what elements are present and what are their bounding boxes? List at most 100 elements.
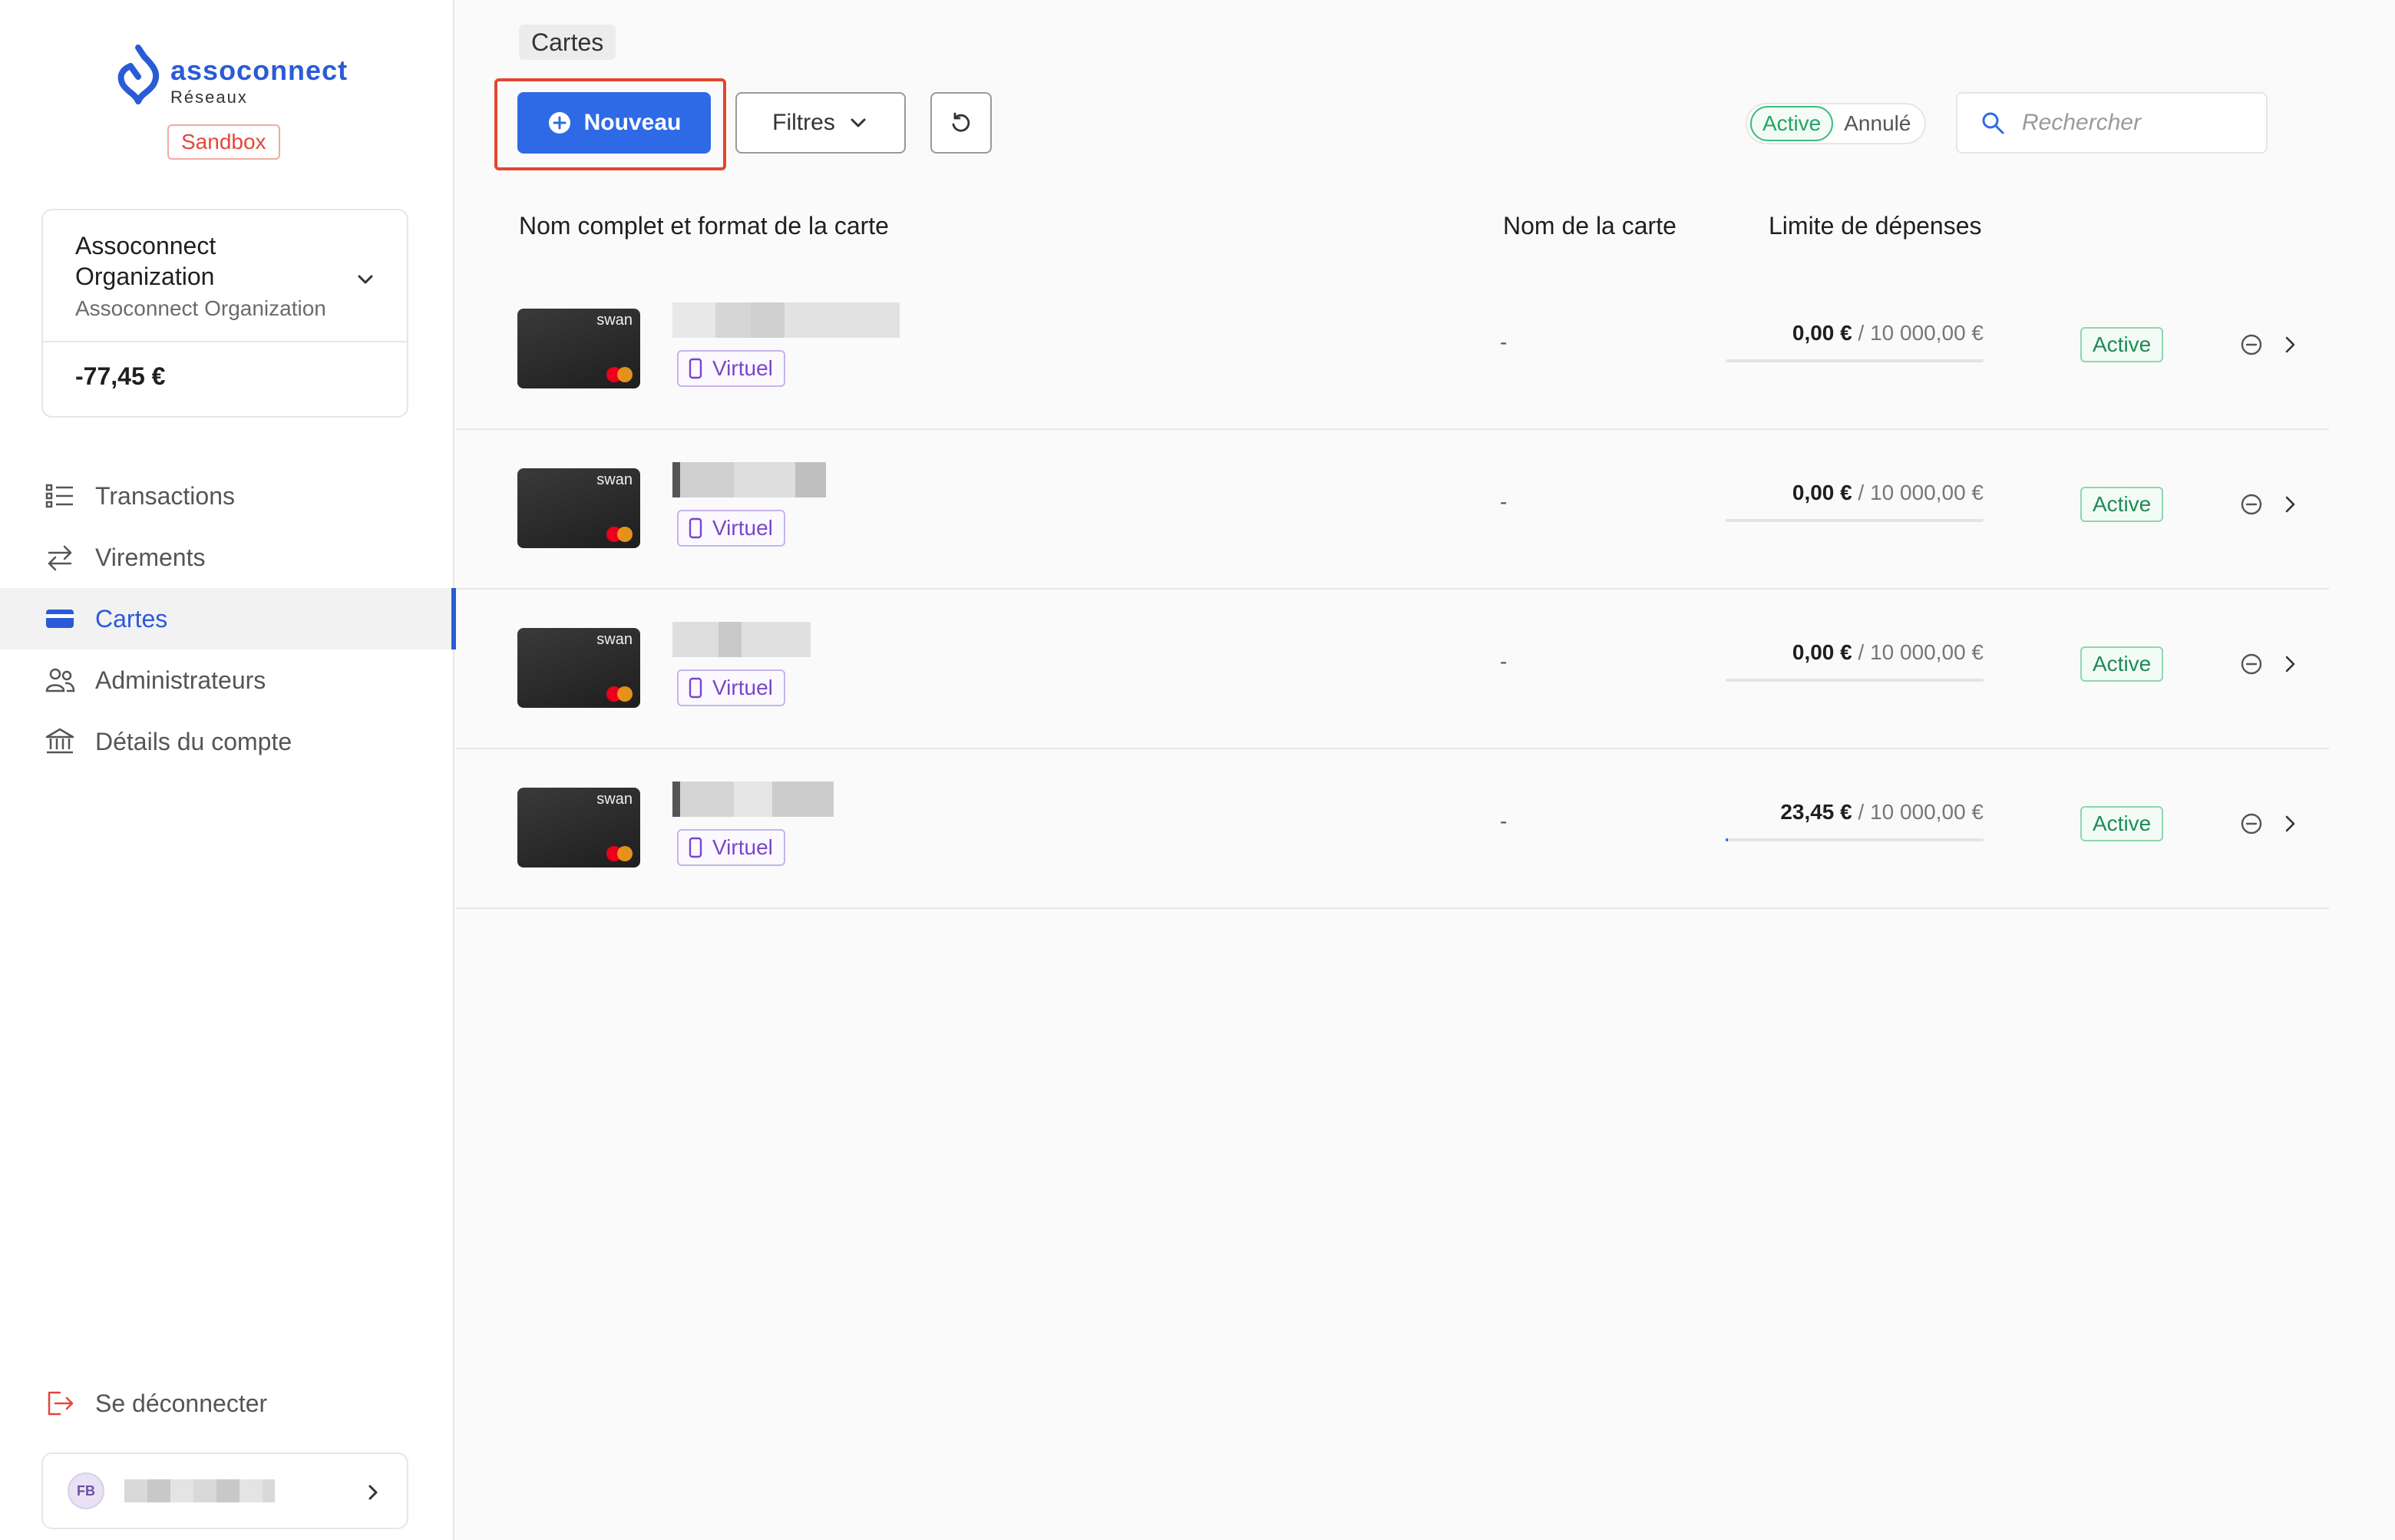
mastercard-icon bbox=[606, 527, 633, 542]
card-thumbnail: swan bbox=[517, 628, 640, 708]
chevron-right-icon bbox=[2285, 496, 2295, 513]
list-icon bbox=[45, 481, 75, 511]
logout-label: Se déconnecter bbox=[95, 1389, 268, 1417]
spent-amount: 0,00 € bbox=[1792, 640, 1852, 664]
account-balance: -77,45 € bbox=[75, 362, 166, 390]
card-holder-redacted bbox=[672, 782, 834, 817]
spending-progress-bar bbox=[1726, 838, 1984, 841]
suspend-card-button[interactable] bbox=[2240, 333, 2263, 356]
open-card-button[interactable] bbox=[2278, 812, 2301, 835]
card-format-label: Virtuel bbox=[712, 516, 773, 540]
spending-limit: 0,00 € / 10 000,00 € bbox=[1726, 640, 1984, 665]
user-name-redacted bbox=[124, 1479, 275, 1502]
chevron-right-icon bbox=[368, 1485, 378, 1500]
mastercard-icon bbox=[606, 846, 633, 861]
limit-amount: 10 000,00 € bbox=[1870, 481, 1984, 504]
users-icon bbox=[45, 665, 75, 696]
organization-subtitle: Assoconnect Organization bbox=[75, 296, 326, 320]
filters-button[interactable]: Filtres bbox=[735, 92, 906, 154]
status-toggle-active[interactable]: Active bbox=[1750, 106, 1834, 141]
card-holder-redacted bbox=[672, 302, 900, 338]
refresh-icon bbox=[952, 112, 970, 132]
spending-progress-bar bbox=[1726, 679, 1984, 682]
brand-subtitle: Réseaux bbox=[170, 88, 248, 107]
open-card-button[interactable] bbox=[2278, 333, 2301, 356]
status-badge: Active bbox=[2080, 806, 2164, 841]
search-box bbox=[1956, 92, 2268, 154]
sidebar-item-transactions[interactable]: Transactions bbox=[0, 465, 454, 527]
search-icon bbox=[1982, 112, 2004, 134]
assoconnect-logo[interactable]: assoconnect Réseaux bbox=[114, 43, 348, 106]
card-thumbnail: swan bbox=[517, 309, 640, 388]
status-badge: Active bbox=[2080, 327, 2164, 362]
card-thumbnail: swan bbox=[517, 788, 640, 867]
sidebar-item-label: Virements bbox=[95, 543, 206, 571]
user-profile-card[interactable]: FB bbox=[41, 1452, 408, 1529]
mastercard-icon bbox=[606, 367, 633, 382]
transfer-arrows-icon bbox=[45, 542, 75, 573]
table-row[interactable]: swan Virtuel - 0,00 € / 10 000,00 € Acti… bbox=[456, 430, 2329, 590]
spending-limit: 0,00 € / 10 000,00 € bbox=[1726, 481, 1984, 505]
mastercard-icon bbox=[606, 686, 633, 702]
card-brand-label: swan bbox=[596, 791, 633, 808]
card-format-label: Virtuel bbox=[712, 676, 773, 699]
phone-icon bbox=[689, 358, 702, 379]
limit-separator: / bbox=[1852, 321, 1871, 345]
spent-amount: 0,00 € bbox=[1792, 321, 1852, 345]
sidebar-item-label: Transactions bbox=[95, 481, 235, 510]
column-header-holder: Nom complet et format de la carte bbox=[519, 212, 889, 240]
organization-card: Assoconnect Organization Assoconnect Org… bbox=[41, 209, 408, 418]
organization-selector[interactable]: Assoconnect Organization Assoconnect Org… bbox=[43, 210, 407, 342]
spent-amount: 23,45 € bbox=[1780, 800, 1852, 824]
chevron-right-icon bbox=[2285, 336, 2295, 353]
suspend-card-button[interactable] bbox=[2240, 653, 2263, 676]
limit-amount: 10 000,00 € bbox=[1870, 640, 1984, 664]
table-row[interactable]: swan Virtuel - 0,00 € / 10 000,00 € Acti… bbox=[456, 270, 2329, 430]
new-card-label: Nouveau bbox=[583, 110, 682, 135]
logout-button[interactable]: Se déconnecter bbox=[45, 1388, 267, 1419]
card-name-value: - bbox=[1500, 330, 1508, 354]
card-format-badge: Virtuel bbox=[677, 669, 785, 706]
sidebar-item-administrateurs[interactable]: Administrateurs bbox=[0, 649, 454, 711]
spending-limit: 23,45 € / 10 000,00 € bbox=[1726, 800, 1984, 825]
bank-icon bbox=[45, 726, 75, 757]
search-input[interactable] bbox=[2022, 110, 2252, 136]
sidebar-item-label: Administrateurs bbox=[95, 666, 266, 694]
spending-limit: 0,00 € / 10 000,00 € bbox=[1726, 321, 1984, 345]
table-row[interactable]: swan Virtuel - 23,45 € / 10 000,00 € Act… bbox=[456, 749, 2329, 909]
spending-progress-fill bbox=[1726, 838, 1729, 841]
open-card-button[interactable] bbox=[2278, 493, 2301, 516]
card-name-value: - bbox=[1500, 809, 1508, 833]
phone-icon bbox=[689, 837, 702, 858]
card-format-badge: Virtuel bbox=[677, 350, 785, 387]
spending-progress-bar bbox=[1726, 519, 1984, 522]
card-format-badge: Virtuel bbox=[677, 510, 785, 547]
minus-circle-icon bbox=[2241, 334, 2262, 355]
card-brand-label: swan bbox=[596, 312, 633, 329]
card-holder-redacted bbox=[672, 462, 826, 497]
table-row[interactable]: swan Virtuel - 0,00 € / 10 000,00 € Acti… bbox=[456, 590, 2329, 749]
spending-progress-bar bbox=[1726, 359, 1984, 362]
sidebar-item-cartes[interactable]: Cartes bbox=[0, 588, 456, 649]
card-holder-redacted bbox=[672, 622, 811, 657]
card-brand-label: swan bbox=[596, 631, 633, 648]
suspend-card-button[interactable] bbox=[2240, 493, 2263, 516]
sidebar-nav: Transactions Virements Cartes Administra… bbox=[0, 465, 456, 772]
refresh-button[interactable] bbox=[930, 92, 992, 154]
status-toggle-cancelled[interactable]: Annulé bbox=[1833, 111, 1921, 136]
organization-name: Assoconnect Organization bbox=[75, 232, 216, 290]
column-header-limit: Limite de dépenses bbox=[1769, 212, 1982, 240]
sidebar-item-virements[interactable]: Virements bbox=[0, 527, 454, 588]
limit-separator: / bbox=[1852, 800, 1871, 824]
filters-label: Filtres bbox=[772, 110, 835, 135]
status-badge: Active bbox=[2080, 487, 2164, 522]
page-title: Cartes bbox=[519, 25, 616, 60]
new-card-button[interactable]: Nouveau bbox=[517, 92, 711, 154]
suspend-card-button[interactable] bbox=[2240, 812, 2263, 835]
spent-amount: 0,00 € bbox=[1792, 481, 1852, 504]
minus-circle-icon bbox=[2241, 653, 2262, 675]
limit-separator: / bbox=[1852, 640, 1871, 664]
sidebar-item-details-du-compte[interactable]: Détails du compte bbox=[0, 711, 454, 772]
card-name-value: - bbox=[1500, 490, 1508, 514]
open-card-button[interactable] bbox=[2278, 653, 2301, 676]
